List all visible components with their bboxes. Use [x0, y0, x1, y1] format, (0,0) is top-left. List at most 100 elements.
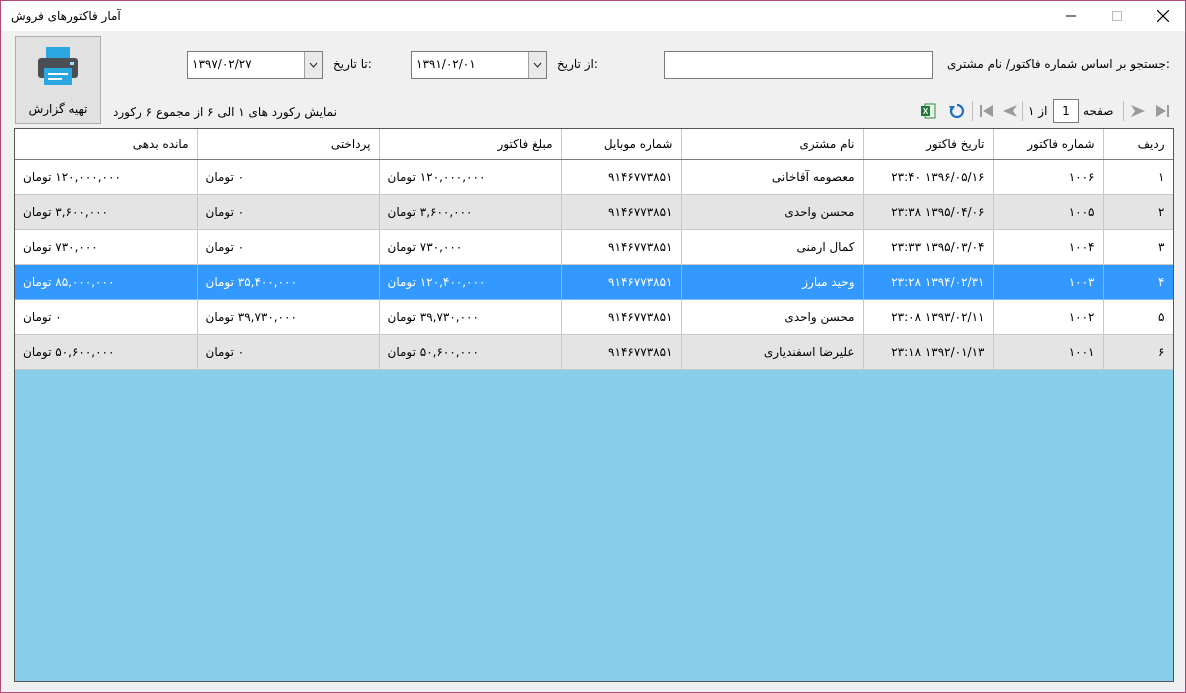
record-summary: نمایش رکورد های ۱ الی ۶ از مجموع ۶ رکورد — [113, 105, 337, 119]
column-header-customer-name[interactable]: نام مشتری — [681, 129, 864, 160]
customer-name-cell: کمال ارمنی — [681, 229, 864, 265]
paid-cell: ۰ تومان — [197, 159, 380, 195]
invoice-number-cell: ۱۰۰۳ — [993, 264, 1104, 300]
balance-cell: ۱۲۰,۰۰۰,۰۰۰ تومان — [15, 159, 198, 195]
pager-separator — [1123, 101, 1124, 121]
to-date-dropdown-button[interactable] — [304, 52, 322, 78]
paid-cell: ۰ تومان — [197, 194, 380, 230]
prepare-report-label: تهیه گزارش — [28, 102, 88, 116]
row-number-cell: ۳ — [1103, 229, 1173, 265]
search-input[interactable] — [664, 51, 933, 79]
export-excel-button[interactable]: X — [917, 99, 939, 123]
column-header-invoice-number[interactable]: شماره فاکتور — [993, 129, 1104, 160]
invoice-number-cell: ۱۰۰۲ — [993, 299, 1104, 335]
table-row[interactable]: ۲ ۱۰۰۵ ۱۳۹۵/۰۴/۰۶ ۲۳:۳۸ محسن واحدی ۹۱۴۶۷… — [15, 194, 1173, 230]
previous-page-icon — [1131, 105, 1145, 117]
from-date-picker[interactable]: ۱۳۹۱/۰۲/۰۱ — [411, 51, 547, 79]
column-header-mobile[interactable]: شماره موبایل — [561, 129, 682, 160]
balance-cell: ۸۵,۰۰۰,۰۰۰ تومان — [15, 264, 198, 300]
table-row[interactable]: ۱ ۱۰۰۶ ۱۳۹۶/۰۵/۱۶ ۲۳:۴۰ معصومه آقاخانی ۹… — [15, 159, 1173, 195]
page-count-label: از ۱ — [1028, 104, 1048, 118]
table-row-selected[interactable]: ۴ ۱۰۰۳ ۱۳۹۴/۰۲/۳۱ ۲۳:۲۸ وحید مبارز ۹۱۴۶۷… — [15, 264, 1173, 300]
row-number-cell: ۴ — [1103, 264, 1173, 300]
printer-icon — [38, 47, 78, 85]
column-header-invoice-amount[interactable]: مبلغ فاکتور — [379, 129, 562, 160]
mobile-cell: ۹۱۴۶۷۷۳۸۵۱ — [561, 229, 682, 265]
first-page-button[interactable] — [1151, 99, 1173, 123]
close-button[interactable] — [1140, 1, 1185, 31]
invoice-date-cell: ۱۳۹۴/۰۲/۳۱ ۲۳:۲۸ — [863, 264, 994, 300]
window-title: آمار فاکتورهای فروش — [11, 9, 121, 23]
chevron-down-icon — [309, 62, 318, 68]
table-header-row: ردیف شماره فاکتور تاریخ فاکتور نام مشتری… — [15, 129, 1173, 160]
balance-cell: ۰ تومان — [15, 299, 198, 335]
invoice-date-cell: ۱۳۹۲/۰۱/۱۳ ۲۳:۱۸ — [863, 334, 994, 370]
refresh-icon — [949, 103, 965, 119]
customer-name-cell: وحید مبارز — [681, 264, 864, 300]
row-number-cell: ۱ — [1103, 159, 1173, 195]
balance-cell: ۳,۶۰۰,۰۰۰ تومان — [15, 194, 198, 230]
last-page-button[interactable] — [976, 99, 998, 123]
paid-cell: ۰ تومان — [197, 229, 380, 265]
maximize-button[interactable] — [1094, 1, 1140, 31]
invoice-number-cell: ۱۰۰۵ — [993, 194, 1104, 230]
svg-text:X: X — [923, 107, 929, 116]
first-page-icon — [1156, 105, 1169, 117]
close-icon — [1157, 10, 1169, 22]
invoice-date-cell: ۱۳۹۶/۰۵/۱۶ ۲۳:۴۰ — [863, 159, 994, 195]
invoice-date-cell: ۱۳۹۳/۰۲/۱۱ ۲۳:۰۸ — [863, 299, 994, 335]
row-number-cell: ۶ — [1103, 334, 1173, 370]
excel-icon: X — [921, 103, 936, 119]
minimize-icon — [1066, 15, 1076, 17]
invoice-amount-cell: ۷۳۰,۰۰۰ تومان — [379, 229, 562, 265]
minimize-button[interactable] — [1048, 1, 1094, 31]
customer-name-cell: محسن واحدی — [681, 194, 864, 230]
mobile-cell: ۹۱۴۶۷۷۳۸۵۱ — [561, 264, 682, 300]
next-page-button[interactable] — [999, 99, 1021, 123]
column-header-balance[interactable]: مانده بدهی — [15, 129, 198, 160]
previous-page-button[interactable] — [1127, 99, 1149, 123]
invoice-amount-cell: ۱۲۰,۴۰۰,۰۰۰ تومان — [379, 264, 562, 300]
mobile-cell: ۹۱۴۶۷۷۳۸۵۱ — [561, 334, 682, 370]
row-number-cell: ۲ — [1103, 194, 1173, 230]
to-date-value: ۱۳۹۷/۰۲/۲۷ — [192, 57, 252, 71]
column-header-paid[interactable]: پرداختی — [197, 129, 380, 160]
customer-name-cell: معصومه آقاخانی — [681, 159, 864, 195]
from-date-dropdown-button[interactable] — [528, 52, 546, 78]
invoice-date-cell: ۱۳۹۵/۰۴/۰۶ ۲۳:۳۸ — [863, 194, 994, 230]
column-header-invoice-date[interactable]: تاریخ فاکتور — [863, 129, 994, 160]
invoice-number-cell: ۱۰۰۴ — [993, 229, 1104, 265]
table-row[interactable]: ۶ ۱۰۰۱ ۱۳۹۲/۰۱/۱۳ ۲۳:۱۸ علیرضا اسفندیاری… — [15, 334, 1173, 370]
balance-cell: ۵۰,۶۰۰,۰۰۰ تومان — [15, 334, 198, 370]
last-page-icon — [980, 105, 993, 117]
app-window: آمار فاکتورهای فروش تهیه گزارش جستجو بر … — [0, 0, 1186, 693]
paid-cell: ۳۵,۴۰۰,۰۰۰ تومان — [197, 264, 380, 300]
next-page-icon — [1003, 105, 1017, 117]
to-date-picker[interactable]: ۱۳۹۷/۰۲/۲۷ — [187, 51, 323, 79]
maximize-icon — [1112, 11, 1122, 21]
table-row[interactable]: ۳ ۱۰۰۴ ۱۳۹۵/۰۳/۰۴ ۲۳:۳۳ کمال ارمنی ۹۱۴۶۷… — [15, 229, 1173, 265]
page-number-input[interactable] — [1053, 99, 1079, 123]
title-bar: آمار فاکتورهای فروش — [1, 1, 1185, 31]
mobile-cell: ۹۱۴۶۷۷۳۸۵۱ — [561, 194, 682, 230]
prepare-report-button[interactable]: تهیه گزارش — [15, 36, 101, 124]
column-header-row-number[interactable]: ردیف — [1103, 129, 1173, 160]
invoice-date-cell: ۱۳۹۵/۰۳/۰۴ ۲۳:۳۳ — [863, 229, 994, 265]
invoice-amount-cell: ۳۹,۷۳۰,۰۰۰ تومان — [379, 299, 562, 335]
paid-cell: ۳۹,۷۳۰,۰۰۰ تومان — [197, 299, 380, 335]
invoice-amount-cell: ۵۰,۶۰۰,۰۰۰ تومان — [379, 334, 562, 370]
invoice-number-cell: ۱۰۰۱ — [993, 334, 1104, 370]
refresh-button[interactable] — [946, 99, 968, 123]
chevron-down-icon — [533, 62, 542, 68]
search-label: جستجو بر اساس شماره فاکتور/ نام مشتری: — [947, 57, 1170, 71]
table-row[interactable]: ۵ ۱۰۰۲ ۱۳۹۳/۰۲/۱۱ ۲۳:۰۸ محسن واحدی ۹۱۴۶۷… — [15, 299, 1173, 335]
paid-cell: ۰ تومان — [197, 334, 380, 370]
customer-name-cell: محسن واحدی — [681, 299, 864, 335]
row-number-cell: ۵ — [1103, 299, 1173, 335]
from-date-label: از تاریخ: — [557, 57, 598, 71]
invoice-amount-cell: ۱۲۰,۰۰۰,۰۰۰ تومان — [379, 159, 562, 195]
from-date-value: ۱۳۹۱/۰۲/۰۱ — [416, 57, 476, 71]
to-date-label: تا تاریخ: — [333, 57, 372, 71]
mobile-cell: ۹۱۴۶۷۷۳۸۵۱ — [561, 159, 682, 195]
invoices-grid[interactable]: ردیف شماره فاکتور تاریخ فاکتور نام مشتری… — [14, 128, 1174, 682]
